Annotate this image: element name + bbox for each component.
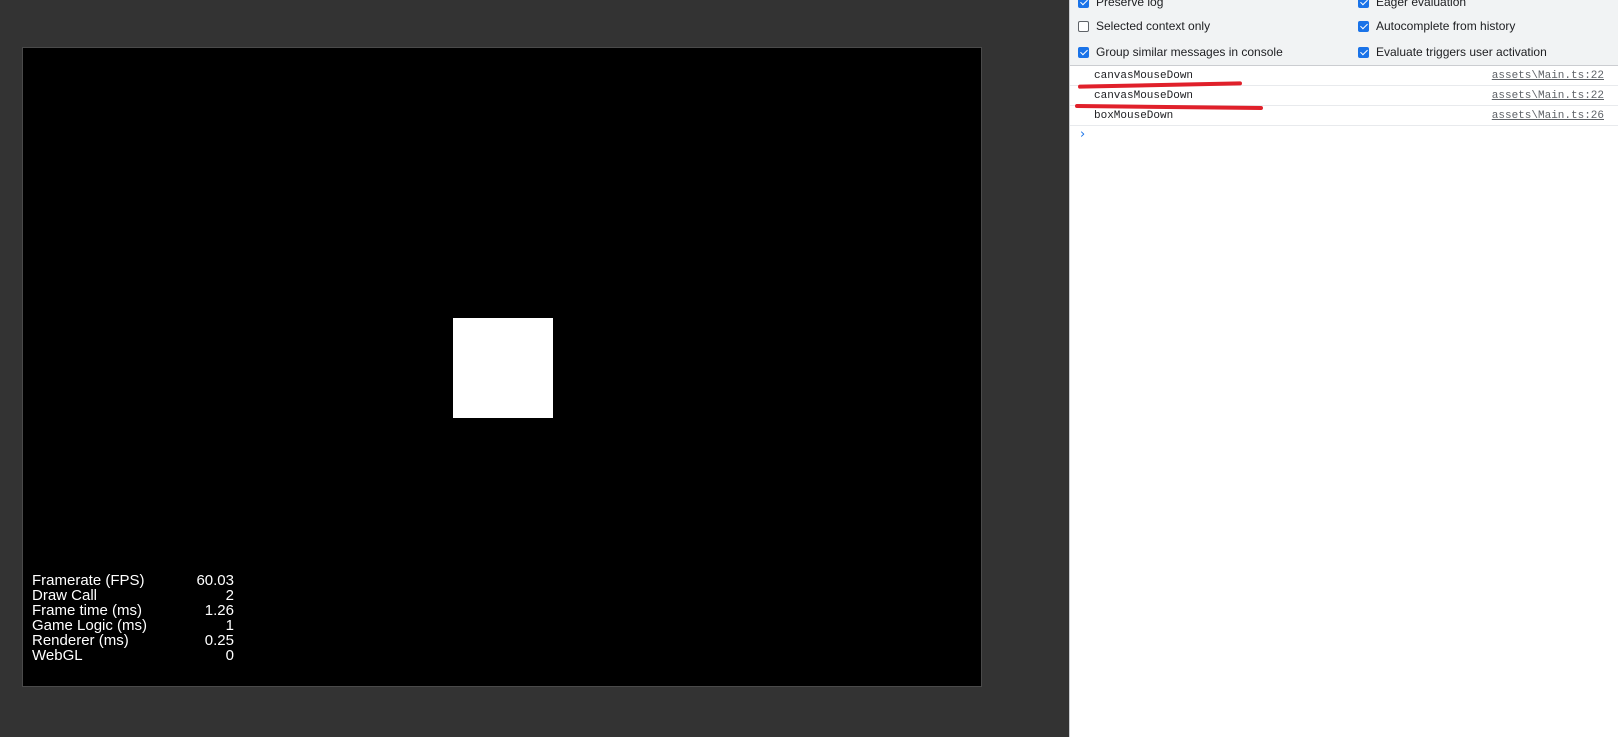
group-similar-setting[interactable]: Group similar messages in console xyxy=(1078,44,1283,60)
autocomplete-from-history-checkbox[interactable] xyxy=(1358,20,1369,32)
stat-value: 2 xyxy=(225,587,234,604)
stat-value: 0 xyxy=(225,647,234,664)
stat-row: Game Logic (ms) 1 xyxy=(32,618,234,633)
stat-value: 1 xyxy=(225,617,234,634)
stat-row: Frame time (ms) 1.26 xyxy=(32,603,234,618)
stat-label: Frame time (ms) xyxy=(32,602,142,619)
group-similar-checkbox[interactable] xyxy=(1078,46,1089,58)
selected-context-only-checkbox[interactable] xyxy=(1078,20,1089,32)
console-messages: canvasMouseDown assets\Main.ts:22 canvas… xyxy=(1070,66,1618,146)
stat-label: Framerate (FPS) xyxy=(32,572,145,589)
console-message: canvasMouseDown assets\Main.ts:22 xyxy=(1070,86,1618,106)
stat-value: 60.03 xyxy=(196,572,234,589)
evaluate-triggers-checkbox[interactable] xyxy=(1358,46,1369,58)
console-settings: Preserve log Eager evaluation Selected c… xyxy=(1070,0,1618,66)
autocomplete-from-history-setting[interactable]: Autocomplete from history xyxy=(1358,18,1515,34)
game-canvas[interactable]: Framerate (FPS) 60.03 Draw Call 2 Frame … xyxy=(22,47,982,687)
stat-row: Framerate (FPS) 60.03 xyxy=(32,573,234,588)
stat-row: Draw Call 2 xyxy=(32,588,234,603)
preserve-log-checkbox[interactable] xyxy=(1078,0,1089,8)
console-source-link[interactable]: assets\Main.ts:22 xyxy=(1492,70,1604,82)
console-source-link[interactable]: assets\Main.ts:22 xyxy=(1492,90,1604,102)
evaluate-triggers-setting[interactable]: Evaluate triggers user activation xyxy=(1358,44,1547,60)
preserve-log-setting[interactable]: Preserve log xyxy=(1078,0,1163,10)
stats-panel: Framerate (FPS) 60.03 Draw Call 2 Frame … xyxy=(32,573,234,663)
selected-context-only-label: Selected context only xyxy=(1096,19,1211,33)
evaluate-triggers-label: Evaluate triggers user activation xyxy=(1376,45,1547,59)
group-similar-label: Group similar messages in console xyxy=(1096,45,1283,59)
eager-evaluation-setting[interactable]: Eager evaluation xyxy=(1358,0,1466,10)
console-message: boxMouseDown assets\Main.ts:26 xyxy=(1070,106,1618,126)
console-prompt[interactable]: › xyxy=(1070,126,1618,146)
devtools-console-panel: Preserve log Eager evaluation Selected c… xyxy=(1069,0,1618,737)
console-source-link[interactable]: assets\Main.ts:26 xyxy=(1492,110,1604,122)
console-message-text: canvasMouseDown xyxy=(1094,90,1194,102)
stat-row: WebGL 0 xyxy=(32,648,234,663)
stat-label: Game Logic (ms) xyxy=(32,617,148,634)
stat-label: Renderer (ms) xyxy=(32,632,129,649)
game-viewport: Framerate (FPS) 60.03 Draw Call 2 Frame … xyxy=(0,0,1069,737)
autocomplete-from-history-label: Autocomplete from history xyxy=(1376,19,1516,33)
eager-evaluation-checkbox[interactable] xyxy=(1358,0,1369,8)
chevron-right-icon: › xyxy=(1080,127,1086,142)
preserve-log-label: Preserve log xyxy=(1096,0,1164,9)
console-message-text: boxMouseDown xyxy=(1094,110,1174,122)
stat-value: 1.26 xyxy=(204,602,234,619)
stat-label: WebGL xyxy=(32,647,83,664)
stat-value: 0.25 xyxy=(204,632,234,649)
stat-row: Renderer (ms) 0.25 xyxy=(32,633,234,648)
white-box-sprite[interactable] xyxy=(453,318,553,418)
eager-evaluation-label: Eager evaluation xyxy=(1376,0,1467,9)
selected-context-only-setting[interactable]: Selected context only xyxy=(1078,18,1210,34)
stat-label: Draw Call xyxy=(32,587,98,604)
console-message-text: canvasMouseDown xyxy=(1094,70,1194,82)
